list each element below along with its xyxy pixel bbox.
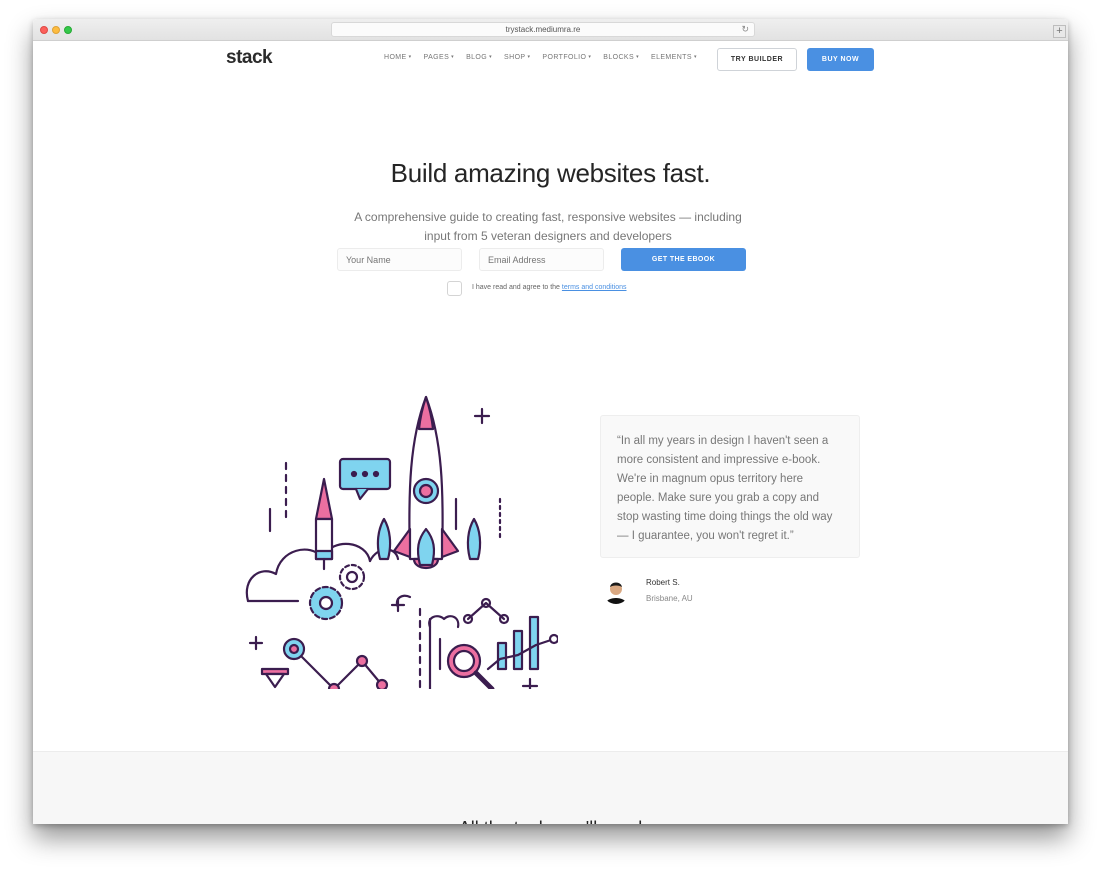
- hero-title: Build amazing websites fast.: [390, 158, 711, 188]
- rocket-fin: [392, 527, 412, 559]
- rocket-nose: [417, 395, 435, 431]
- site-logo[interactable]: stack: [226, 47, 273, 69]
- hero-subtitle: A comprehensive guide to creating fast, …: [354, 210, 742, 243]
- nav-item-blog[interactable]: BLOG ▾: [466, 54, 492, 61]
- magnifier-inner: [452, 649, 476, 673]
- chevron-down-icon: ▾: [527, 54, 531, 60]
- nav-item-label: BLOG: [466, 54, 488, 61]
- next-section: All the tools you'll need: [33, 751, 1068, 824]
- rocket-window-inner: [418, 483, 434, 499]
- browser-chrome: trystack.mediumra.re ↻ +: [33, 19, 1068, 41]
- terms-checkbox[interactable]: [447, 281, 462, 296]
- gear-center: [345, 570, 359, 584]
- chevron-down-icon: ▾: [489, 54, 493, 60]
- chart-node: [327, 682, 341, 689]
- testimonial-location: Brisbane, AU: [646, 594, 693, 603]
- bubble-dot: [350, 470, 358, 478]
- gear: [338, 563, 366, 591]
- nav-item-pages[interactable]: PAGES ▾: [424, 54, 455, 61]
- gear-center: [318, 595, 334, 611]
- pencil-shape: [314, 477, 334, 521]
- nav-item-portfolio[interactable]: PORTFOLIO ▾: [542, 54, 591, 61]
- terms-link[interactable]: terms and conditions: [562, 284, 627, 291]
- nav-item-shop[interactable]: SHOP ▾: [504, 54, 530, 61]
- nav-item-label: HOME: [384, 54, 407, 61]
- try-builder-button[interactable]: TRY BUILDER: [717, 48, 797, 71]
- bar: [528, 615, 540, 671]
- rocket-fin: [440, 527, 460, 559]
- booster: [376, 517, 392, 561]
- bar: [496, 641, 508, 671]
- chevron-down-icon: ▾: [588, 54, 592, 60]
- close-window-button[interactable]: [40, 26, 48, 34]
- chart-node-inner: [288, 643, 300, 655]
- booster: [466, 517, 482, 561]
- new-tab-button[interactable]: +: [1053, 25, 1066, 38]
- bubble-dot: [361, 470, 369, 478]
- rocket-illustration: [245, 395, 558, 689]
- chart-node: [355, 654, 369, 668]
- web-page: stack HOME ▾ PAGES ▾ BLOG ▾ SHOP ▾ PORTFOLIO…: [33, 41, 1068, 824]
- terms-label: I have read and agree to the terms and c…: [472, 282, 627, 294]
- email-input[interactable]: [479, 248, 604, 271]
- sparkle: [473, 407, 491, 425]
- chevron-down-icon: ▾: [408, 54, 412, 60]
- main-nav: HOME ▾ PAGES ▾ BLOG ▾ SHOP ▾ PORTFOLIO ▾ BLOC…: [384, 54, 697, 61]
- testimonial-card: “In all my years in design I haven't see…: [600, 415, 860, 558]
- browser-window: trystack.mediumra.re ↻ + stack HOME ▾ PAG…: [33, 19, 1068, 824]
- avatar: [603, 578, 629, 604]
- nav-item-label: PORTFOLIO: [542, 54, 587, 61]
- cloud-shape: [428, 615, 460, 629]
- terms-text: I have read and agree to the: [472, 284, 560, 291]
- chevron-down-icon: ▾: [451, 54, 455, 60]
- magnifier-handle: [473, 670, 495, 689]
- chevron-down-icon: ▾: [693, 54, 697, 60]
- chevron-down-icon: ▾: [636, 54, 639, 60]
- molecule-line: [466, 601, 506, 621]
- sparkle: [521, 677, 539, 689]
- trend-node: [548, 633, 558, 645]
- hourglass-body: [264, 672, 286, 689]
- sparkle: [248, 635, 264, 651]
- minimize-window-button[interactable]: [52, 26, 60, 34]
- address-bar-url: trystack.mediumra.re: [505, 25, 581, 34]
- bubble-dot: [372, 470, 380, 478]
- chart-line: [300, 655, 384, 689]
- chart-node: [375, 678, 389, 689]
- nav-item-label: PAGES: [423, 54, 450, 61]
- testimonial-quote: “In all my years in design I haven't see…: [617, 435, 833, 542]
- nav-item-home[interactable]: HOME ▾: [384, 54, 412, 61]
- nav-item-blocks[interactable]: BLOCKS ▾: [603, 54, 639, 61]
- pencil-band: [314, 549, 334, 561]
- get-ebook-button[interactable]: GET THE EBOOK: [621, 248, 746, 271]
- nav-item-elements[interactable]: ELEMENTS ▾: [651, 54, 697, 61]
- nav-item-label: SHOP: [504, 54, 526, 61]
- reload-icon[interactable]: ↻: [741, 23, 749, 36]
- bar: [512, 629, 524, 671]
- nav-item-label: BLOCKS: [603, 54, 635, 61]
- testimonial-author: Robert S.: [646, 578, 680, 587]
- zoom-window-button[interactable]: [64, 26, 72, 34]
- speech-tail: [354, 487, 370, 501]
- name-input[interactable]: [337, 248, 462, 271]
- next-section-title: All the tools you'll need: [33, 813, 1068, 824]
- address-bar[interactable]: trystack.mediumra.re ↻: [331, 22, 755, 37]
- buy-now-button[interactable]: BUY NOW: [807, 48, 874, 71]
- nav-item-label: ELEMENTS: [651, 54, 692, 61]
